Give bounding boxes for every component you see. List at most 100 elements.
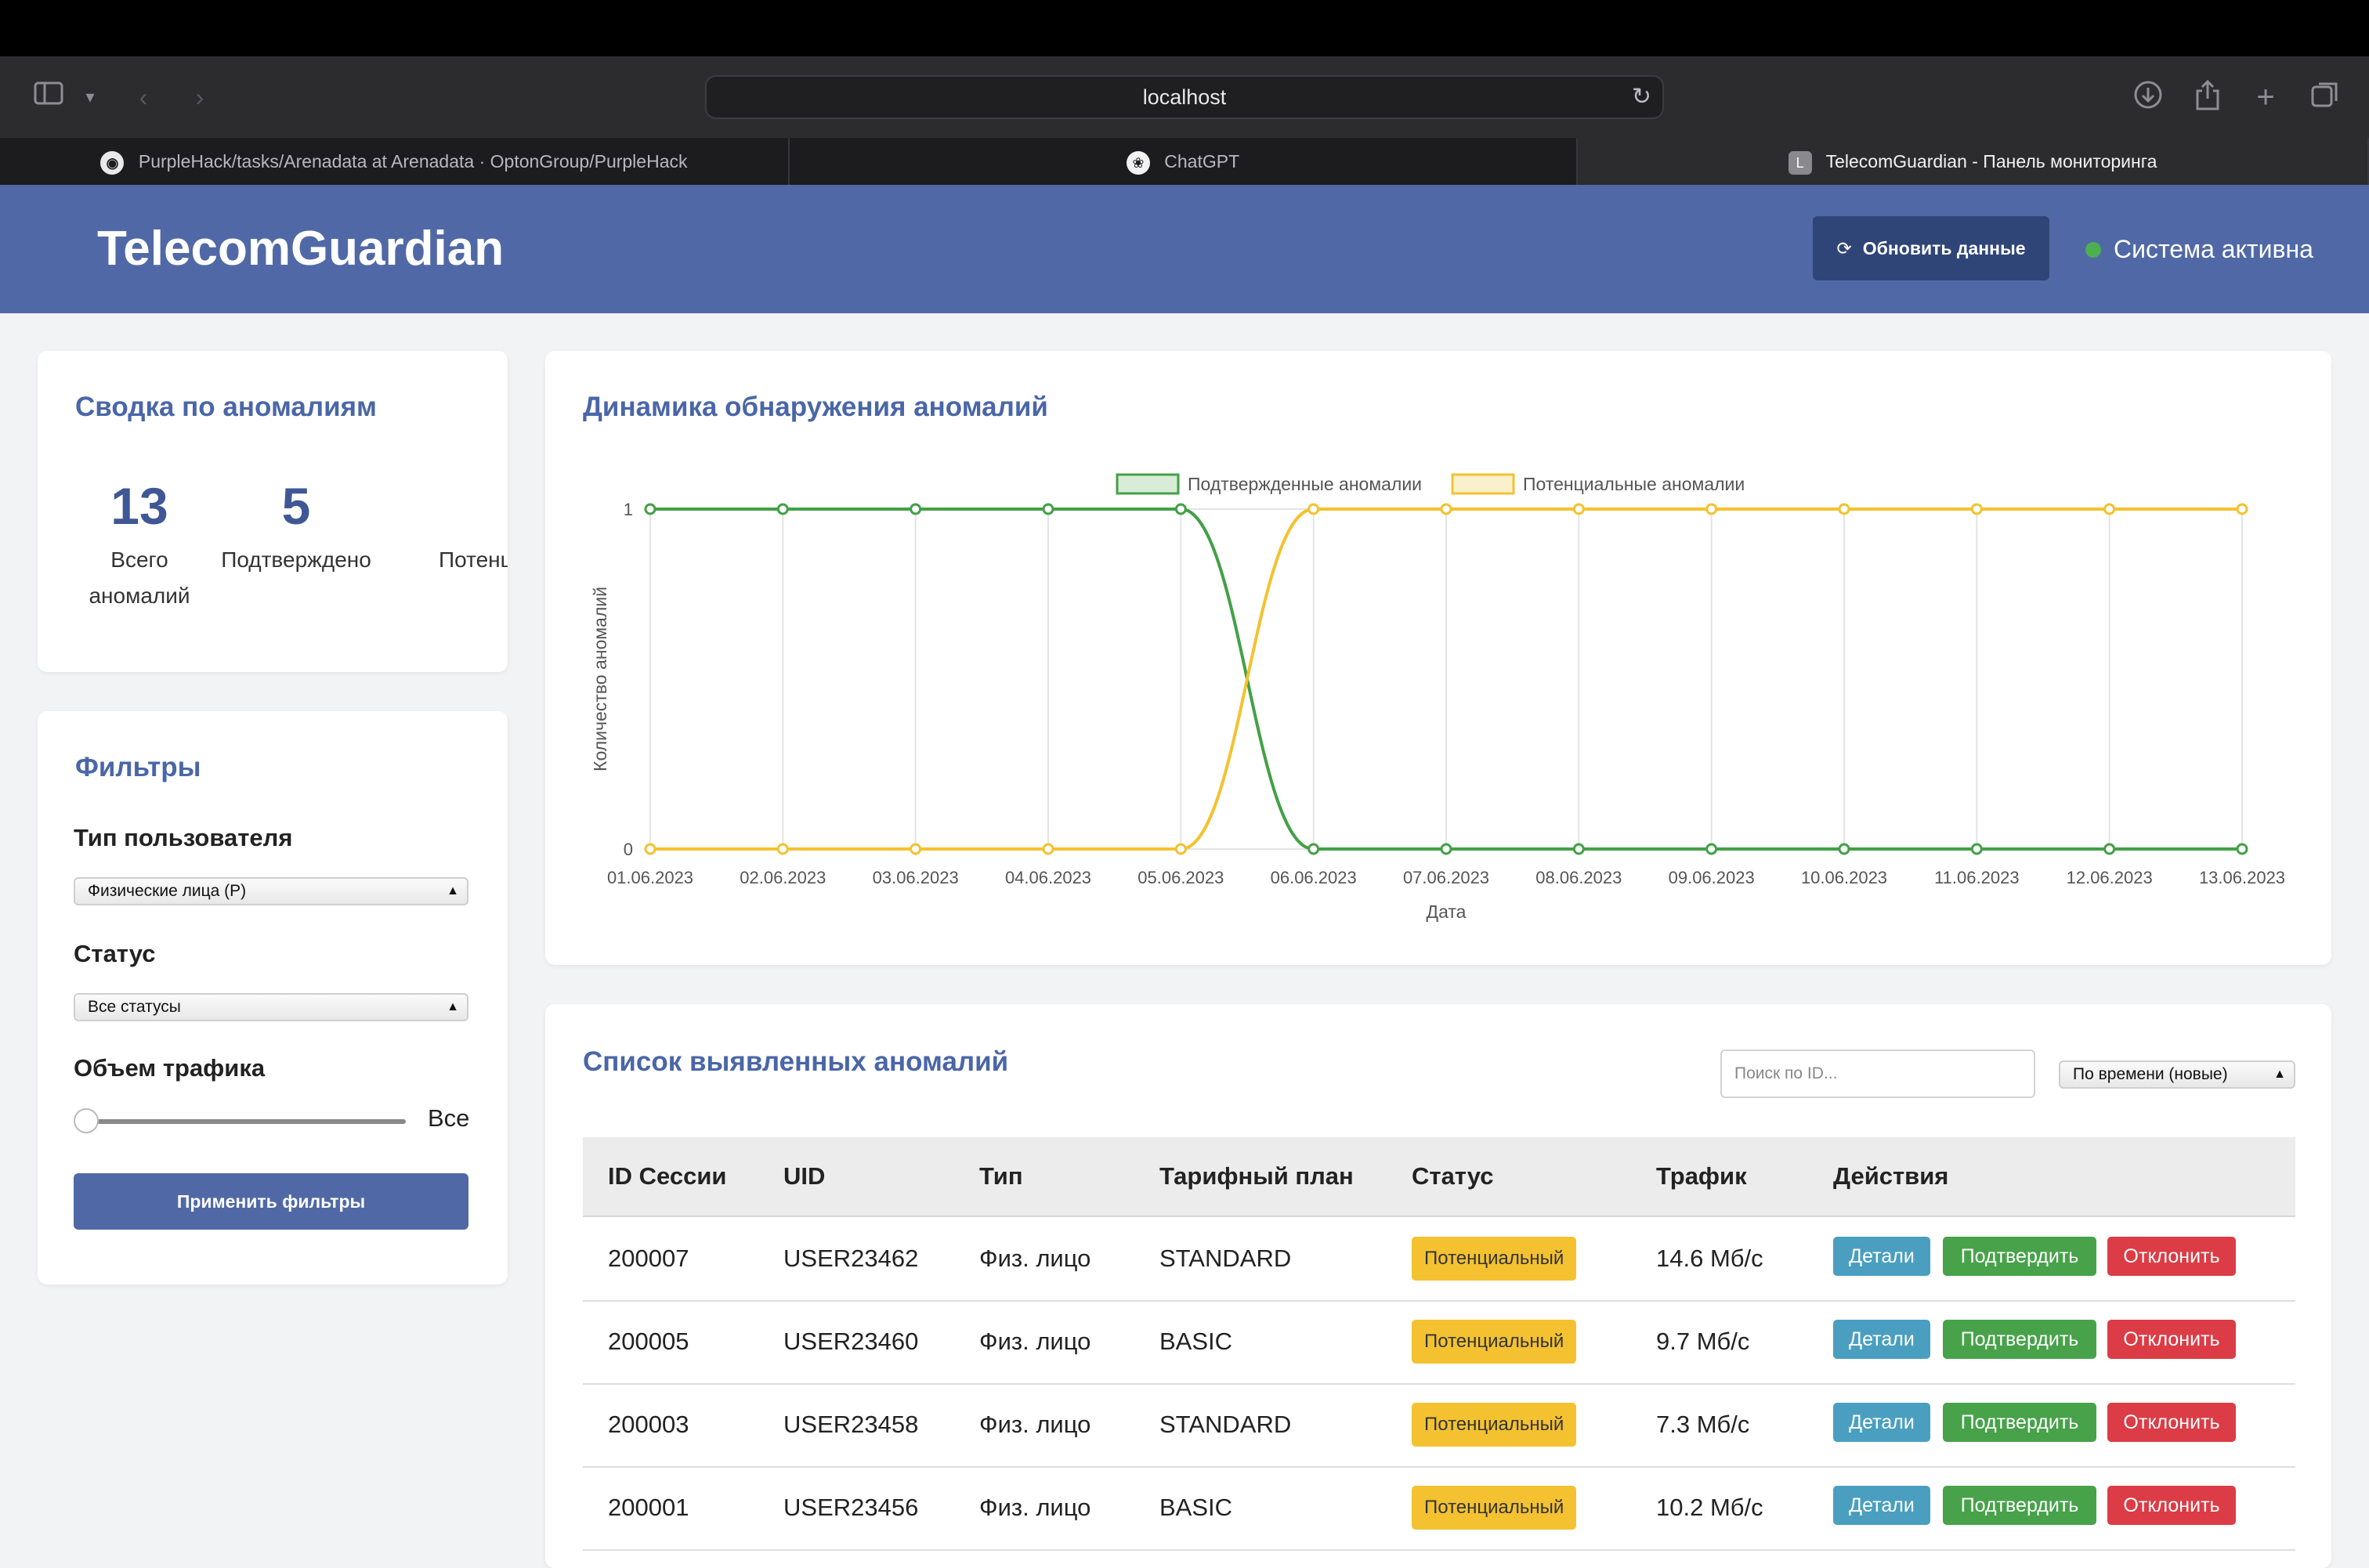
stat-label: Потенциальные bbox=[439, 547, 508, 572]
status-select[interactable]: Все статусы ▲︎ bbox=[74, 993, 468, 1021]
status-badge: Потенциальный bbox=[1412, 1320, 1577, 1364]
tab-purplehack[interactable]: ◉ PurpleHack/tasks/Arenadata at Arenadat… bbox=[0, 138, 790, 185]
download-icon[interactable] bbox=[2131, 80, 2165, 114]
confirm-button[interactable]: Подтвердить bbox=[1943, 1237, 2096, 1276]
table-header: ID Сессии UID Тип Тарифный план Статус Т… bbox=[583, 1137, 2295, 1217]
cell-plan: BASIC bbox=[1159, 1494, 1233, 1521]
x-tick-label: 04.06.2023 bbox=[1005, 868, 1091, 887]
forward-icon[interactable]: › bbox=[188, 80, 212, 114]
data-point bbox=[1970, 843, 1983, 855]
cell-traffic: 10.2 Мб/с bbox=[1656, 1494, 1763, 1521]
data-point bbox=[1174, 843, 1187, 855]
legend-swatch bbox=[1116, 473, 1180, 495]
stat-label: Всего аномалий bbox=[89, 547, 190, 608]
x-tick-label: 08.06.2023 bbox=[1535, 868, 1622, 887]
search-input[interactable]: Поиск по ID... bbox=[1720, 1050, 2035, 1098]
cell-id: 200007 bbox=[608, 1245, 689, 1272]
reject-button[interactable]: Отклонить bbox=[2107, 1486, 2236, 1525]
y-tick-label: 0 bbox=[624, 840, 633, 859]
traffic-slider-thumb[interactable] bbox=[74, 1108, 99, 1133]
x-tick-label: 12.06.2023 bbox=[2067, 868, 2153, 887]
filters-card: Фильтры Тип пользователя Физические лица… bbox=[38, 711, 508, 1284]
data-point bbox=[1174, 503, 1187, 515]
chevron-down-icon[interactable]: ▾ bbox=[78, 80, 102, 114]
brand-logo: TelecomGuardian bbox=[97, 222, 505, 276]
sort-select[interactable]: По времени (новые) ▲︎ bbox=[2059, 1060, 2295, 1089]
data-point bbox=[1838, 843, 1850, 855]
col-status: Статус bbox=[1412, 1162, 1494, 1190]
traffic-slider-track[interactable] bbox=[89, 1119, 406, 1124]
address-text: localhost bbox=[1142, 85, 1227, 109]
data-point bbox=[2236, 503, 2248, 515]
reject-button[interactable]: Отклонить bbox=[2107, 1320, 2236, 1359]
cell-plan: STANDARD bbox=[1159, 1245, 1292, 1272]
x-tick-label: 06.06.2023 bbox=[1271, 868, 1357, 887]
confirm-button[interactable]: Подтвердить bbox=[1943, 1320, 2096, 1359]
refresh-icon: ⟳ bbox=[1836, 238, 1852, 258]
data-point bbox=[1838, 503, 1850, 515]
refresh-button[interactable]: ⟳ Обновить данные bbox=[1813, 216, 2049, 280]
stat-label: Подтверждено bbox=[221, 547, 371, 572]
data-point bbox=[2103, 503, 2116, 515]
back-icon[interactable]: ‹ bbox=[132, 80, 155, 114]
x-axis-title: Дата bbox=[1427, 901, 1467, 922]
anomaly-line-chart: 0 1 01.06.2023 02.06.2023 03.06.2023 04.06.20… bbox=[590, 473, 2285, 922]
data-point bbox=[910, 843, 922, 855]
x-tick-label: 02.06.2023 bbox=[740, 868, 826, 887]
data-point bbox=[1572, 843, 1585, 855]
status-badge: Потенциальный bbox=[1412, 1237, 1577, 1281]
tab-overview-icon[interactable] bbox=[2308, 80, 2342, 114]
traffic-label: Объем трафика bbox=[74, 1054, 266, 1082]
summary-title: Сводка по аномалиям bbox=[75, 392, 377, 422]
data-point bbox=[1705, 503, 1718, 515]
cell-plan: BASIC bbox=[1159, 1328, 1233, 1355]
chatgpt-icon: ❀ bbox=[1126, 150, 1150, 175]
select-arrows-icon: ▲︎ bbox=[447, 884, 459, 898]
data-point bbox=[1440, 503, 1452, 515]
details-button[interactable]: Детали bbox=[1833, 1237, 1930, 1276]
details-button[interactable]: Детали bbox=[1833, 1320, 1930, 1359]
data-point bbox=[2236, 843, 2248, 855]
col-plan: Тарифный план bbox=[1159, 1162, 1354, 1190]
stat-value: 8 bbox=[439, 476, 508, 536]
new-tab-icon[interactable]: + bbox=[2248, 80, 2283, 114]
cell-plan: STANDARD bbox=[1159, 1411, 1292, 1438]
details-button[interactable]: Детали bbox=[1833, 1486, 1930, 1525]
tab-telecomguardian[interactable]: L TelecomGuardian - Панель мониторинга bbox=[1578, 138, 2369, 185]
apply-filters-button[interactable]: Применить фильтры bbox=[74, 1173, 468, 1230]
stat-potential: 8 Потенциальные bbox=[439, 476, 508, 578]
share-icon[interactable] bbox=[2190, 79, 2225, 114]
x-tick-label: 11.06.2023 bbox=[1934, 868, 2019, 887]
summary-card: Сводка по аномалиям 13 Всего аномалий 5 … bbox=[38, 351, 508, 672]
cell-id: 200005 bbox=[608, 1328, 689, 1355]
refresh-label: Обновить данные bbox=[1862, 238, 2026, 258]
table-row: 200007 USER23462 Физ. лицо STANDARD 14.6 Мб/… bbox=[583, 1217, 2295, 1302]
status-label: Система активна bbox=[2114, 235, 2313, 263]
user-type-select[interactable]: Физические лица (P) ▲︎ bbox=[74, 877, 468, 905]
col-uid: UID bbox=[783, 1162, 826, 1190]
reload-icon[interactable]: ↻ bbox=[1632, 77, 1651, 117]
data-point bbox=[1307, 503, 1320, 515]
cell-uid: USER23458 bbox=[783, 1411, 919, 1438]
data-point bbox=[776, 503, 789, 515]
select-value: Все статусы bbox=[88, 998, 181, 1016]
status-dot-icon bbox=[2085, 241, 2101, 258]
confirm-button[interactable]: Подтвердить bbox=[1943, 1403, 2096, 1442]
status-badge: Потенциальный bbox=[1412, 1486, 1577, 1530]
reject-button[interactable]: Отклонить bbox=[2107, 1237, 2236, 1276]
x-tick-label: 13.06.2023 bbox=[2199, 868, 2285, 887]
details-button[interactable]: Детали bbox=[1833, 1403, 1930, 1442]
address-bar[interactable]: localhost ↻ bbox=[705, 75, 1664, 119]
sidebar-toggle-icon[interactable] bbox=[30, 80, 69, 114]
tab-label: ChatGPT bbox=[1164, 151, 1240, 172]
x-tick-label: 03.06.2023 bbox=[873, 868, 959, 887]
data-point bbox=[1705, 843, 1718, 855]
tab-chatgpt[interactable]: ❀ ChatGPT bbox=[790, 138, 1578, 185]
system-status: Система активна bbox=[2085, 226, 2313, 273]
data-point bbox=[1042, 503, 1054, 515]
col-actions: Действия bbox=[1833, 1162, 1949, 1190]
app-header: TelecomGuardian ⟳ Обновить данные Система… bbox=[0, 185, 2369, 313]
reject-button[interactable]: Отклонить bbox=[2107, 1403, 2236, 1442]
cell-type: Физ. лицо bbox=[979, 1328, 1091, 1355]
confirm-button[interactable]: Подтвердить bbox=[1943, 1486, 2096, 1525]
